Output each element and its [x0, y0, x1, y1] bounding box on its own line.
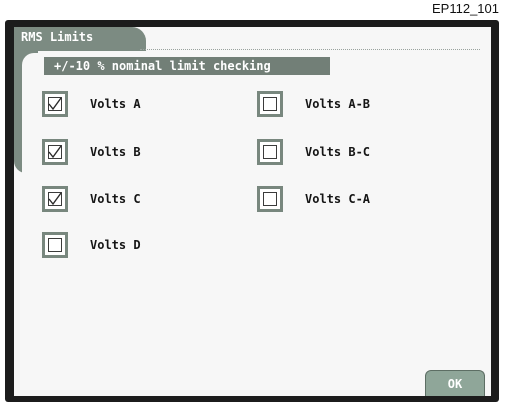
checkbox-volts-c-a[interactable]: Volts C-A — [257, 184, 370, 214]
checkbox-volts-b-c[interactable]: Volts B-C — [257, 137, 370, 167]
panel-frame-inner — [22, 53, 42, 183]
checkbox-volts-d[interactable]: Volts D — [42, 230, 141, 260]
checkbox-volts-c-box[interactable] — [42, 186, 68, 212]
checkbox-volts-b-c-box[interactable] — [257, 139, 283, 165]
checkmark-icon — [48, 97, 62, 111]
checkbox-volts-b-label: Volts B — [90, 145, 141, 159]
checkbox-volts-a-b-label: Volts A-B — [305, 97, 371, 111]
checkbox-volts-a[interactable]: Volts A — [42, 89, 141, 119]
checkbox-volts-d-box[interactable] — [42, 232, 68, 258]
checkbox-volts-a-b[interactable]: Volts A-B — [257, 89, 370, 119]
checkbox-volts-a-label: Volts A — [90, 97, 141, 111]
ok-button[interactable]: OK — [425, 370, 485, 396]
figure-id: EP112_101 — [432, 1, 499, 16]
checkbox-volts-b-box[interactable] — [42, 139, 68, 165]
panel-divider — [140, 49, 480, 50]
checkmark-icon — [48, 145, 62, 159]
panel-title: RMS Limits — [21, 30, 94, 44]
checkbox-volts-b-c-label: Volts B-C — [305, 145, 371, 159]
checkbox-volts-a-b-box[interactable] — [257, 91, 283, 117]
checkmark-icon — [48, 192, 62, 206]
limit-checking-banner: +/-10 % nominal limit checking — [44, 57, 330, 75]
checkbox-volts-a-box[interactable] — [42, 91, 68, 117]
checkbox-volts-c-a-box[interactable] — [257, 186, 283, 212]
checkbox-volts-b[interactable]: Volts B — [42, 137, 141, 167]
device-screen: RMS Limits +/-10 % nominal limit checkin… — [14, 27, 491, 396]
checkbox-volts-c-label: Volts C — [90, 192, 141, 206]
checkbox-volts-d-label: Volts D — [90, 238, 141, 252]
checkbox-volts-c-a-label: Volts C-A — [305, 192, 371, 206]
checkbox-volts-c[interactable]: Volts C — [42, 184, 141, 214]
